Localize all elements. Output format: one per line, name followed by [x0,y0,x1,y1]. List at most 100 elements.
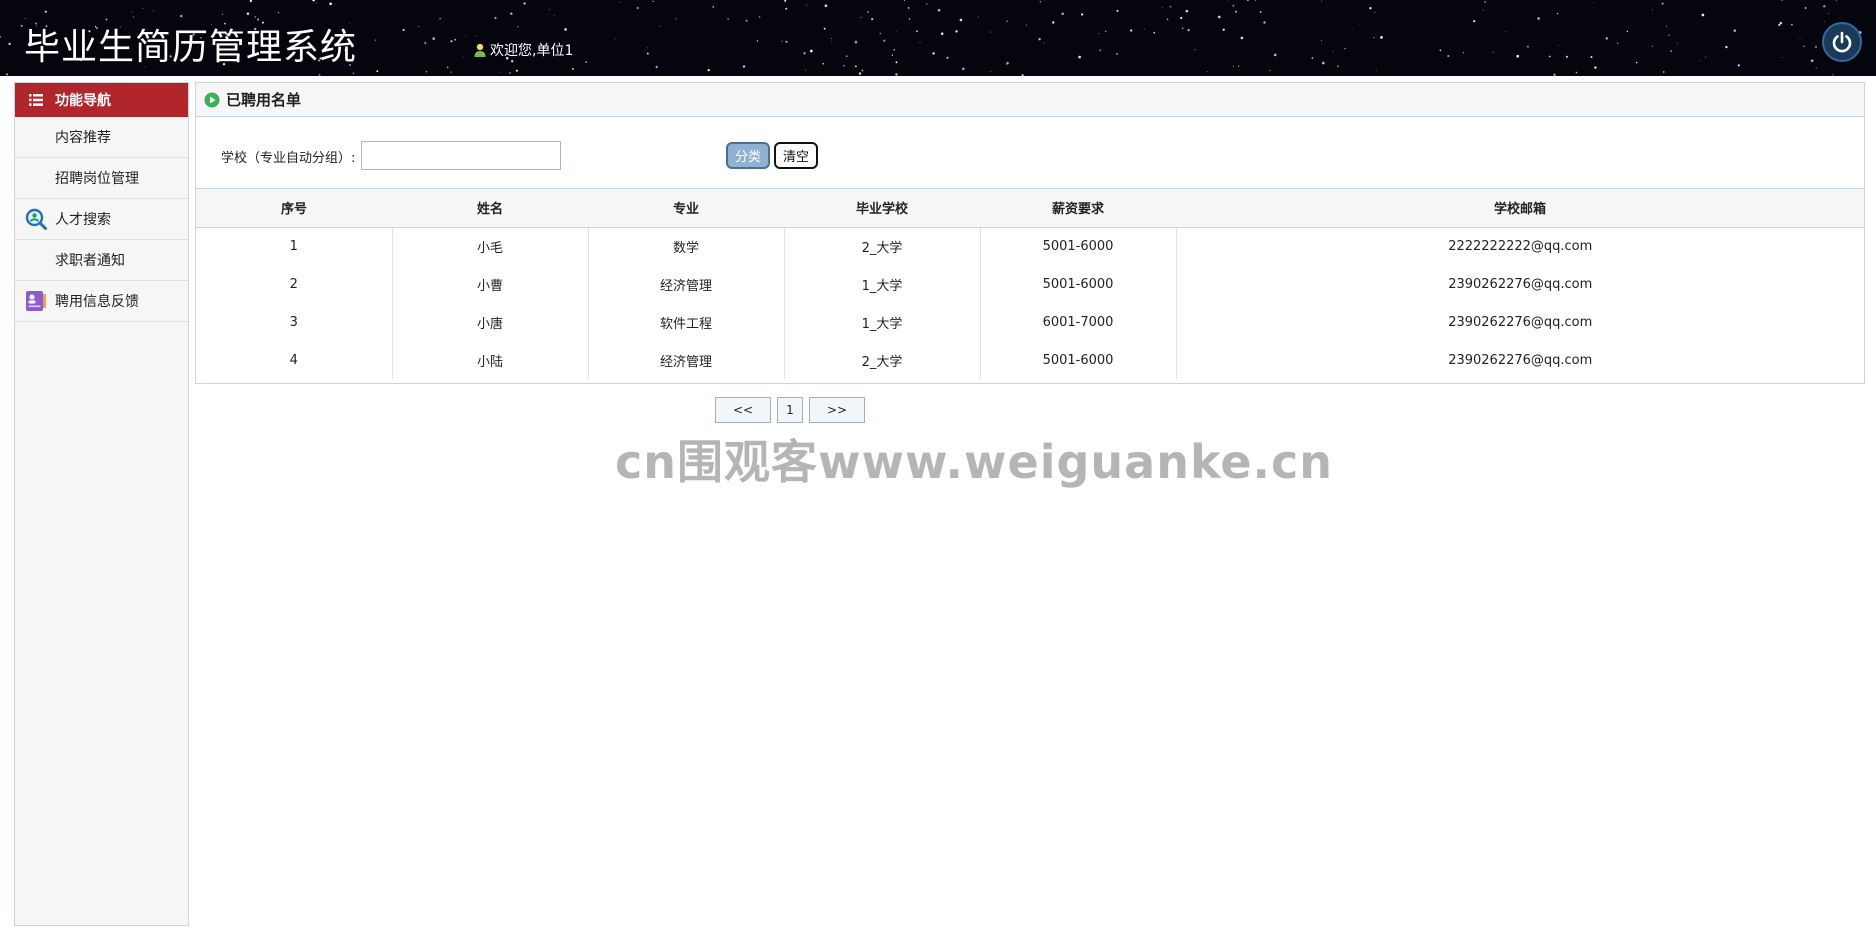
logout-button[interactable] [1822,22,1862,62]
star-dot [785,40,788,43]
star-dot [20,24,23,27]
star-dot [1081,13,1084,16]
page-number-button[interactable]: 1 [777,397,803,423]
star-dot [784,0,787,2]
star-dot [1153,31,1156,34]
cell-name: 小毛 [392,227,589,265]
star-dot [1321,40,1323,42]
sidebar-item-label: 招聘岗位管理 [55,171,139,187]
star-dot [1332,50,1334,52]
star-dot [1182,27,1184,29]
star-dot [745,19,748,22]
star-dot [893,49,896,51]
star-dot [523,2,526,5]
star-dot [1166,18,1169,21]
star-dot [1052,21,1055,24]
star-dot [843,64,845,67]
sidebar-item-job-management[interactable]: 招聘岗位管理 [15,158,188,199]
star-dot [860,16,862,19]
star-dot [1254,0,1256,1]
hired-list-panel: 已聘用名单 学校（专业自动分组）: 分类 清空 序号 姓名 专业 毕业学校 薪资… [195,82,1865,384]
sidebar-item-label: 内容推荐 [55,130,111,146]
star-dot [1098,33,1100,34]
star-dot [454,38,457,41]
star-dot [655,65,658,69]
filter-buttons: 分类 清空 [726,142,819,169]
star-dot [990,71,992,73]
filter-bar: 学校（专业自动分组）: 分类 清空 [196,117,1864,189]
star-dot [1492,52,1494,54]
star-dot [475,35,477,37]
star-dot [854,40,858,44]
star-dot [1782,57,1783,58]
next-page-button[interactable]: >> [809,397,865,423]
star-dot [374,39,377,41]
star-dot [1194,49,1196,51]
power-icon [1832,31,1852,53]
prev-page-button[interactable]: << [715,397,771,423]
app-title: 毕业生简历管理系统 [24,27,358,68]
classify-button[interactable]: 分类 [726,142,771,169]
star-dot [1105,30,1107,32]
star-dot [940,32,944,35]
star-dot [1803,45,1805,47]
star-dot [1823,5,1826,8]
star-dot [152,10,154,12]
star-dot [1799,38,1801,40]
star-dot [932,52,935,55]
school-filter-input[interactable] [361,141,561,170]
star-dot [809,49,813,53]
sidebar-item-applicant-notice[interactable]: 求职者通知 [15,240,188,281]
star-dot [221,13,224,16]
cell-name: 小曹 [392,265,589,303]
star-dot [1238,65,1240,67]
star-dot [1321,0,1323,2]
star-dot [1247,0,1249,2]
sidebar-item-content-recommend[interactable]: 内容推荐 [15,117,188,158]
star-dot [1505,30,1507,32]
star-dot [1594,66,1597,69]
star-dot [450,40,453,43]
star-dot [462,56,464,58]
star-dot [822,62,825,65]
star-dot [517,26,519,28]
clear-button[interactable]: 清空 [774,142,819,169]
sidebar-item-talent-search[interactable]: 人才搜索 [15,199,188,240]
cell-email: 2222222222@qq.com [1448,238,1593,254]
welcome-message: 欢迎您,单位1 [474,40,573,60]
panel-header: 已聘用名单 [196,83,1864,117]
star-dot [871,17,874,21]
star-dot [1791,23,1793,26]
star-dot [1144,28,1146,30]
table-row: 1 小毛 数学 2_大学 5001-6000 2222222222@qq.com [196,227,1864,265]
star-dot [756,40,759,42]
cell-school: 1_大学 [784,303,981,341]
star-dot [564,28,567,31]
cell-index: 4 [196,341,393,379]
star-dot [1815,67,1817,69]
star-dot [1482,9,1484,11]
star-dot [0,36,2,38]
star-dot [1078,55,1081,59]
star-dot [1162,7,1163,8]
star-dot [1827,13,1829,14]
star-dot [1369,7,1372,10]
star-dot [1380,36,1383,39]
star-dot [854,65,857,68]
table-row: 4 小陆 经济管理 2_大学 5001-6000 2390262276@qq.c… [196,341,1864,379]
star-dot [959,18,963,22]
sidebar-item-hire-feedback[interactable]: 聘用信息反馈 [15,281,188,322]
star-dot [1273,53,1277,57]
cell-school: 1_大学 [784,265,981,303]
cell-index: 3 [196,303,393,341]
star-dot [1484,1,1486,3]
star-dot [895,73,898,76]
star-dot [1733,29,1737,32]
star-dot [352,72,354,74]
star-dot [1169,5,1172,8]
sidebar-heading: 功能导航 [15,83,188,117]
hired-table: 序号 姓名 专业 毕业学校 薪资要求 学校邮箱 1 小毛 数学 2_大学 500… [196,189,1864,379]
star-dot [446,66,449,69]
star-dot [1234,10,1238,13]
star-dot [946,56,949,59]
